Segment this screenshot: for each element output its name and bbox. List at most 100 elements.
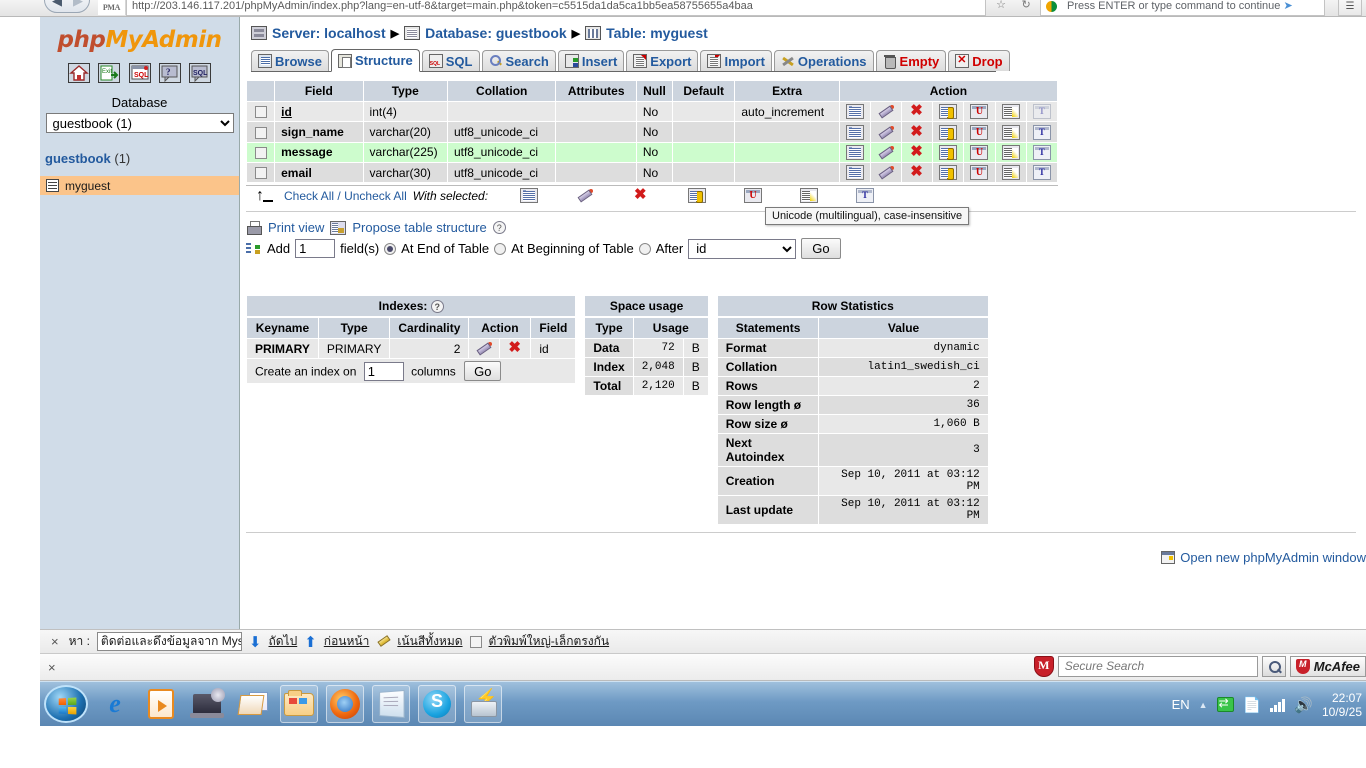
create-index-go-button[interactable]: Go	[464, 361, 502, 382]
tab-structure[interactable]: Structure	[330, 49, 420, 72]
tab-export[interactable]: Export	[626, 50, 699, 71]
go-arrow-icon[interactable]: ➤	[1283, 0, 1292, 12]
row-checkbox-cell[interactable]	[245, 100, 276, 123]
primary-key-icon[interactable]	[688, 188, 707, 204]
col-default[interactable]: Default	[672, 80, 736, 102]
database-select[interactable]: guestbook (1)	[45, 113, 234, 133]
action-unique[interactable]	[963, 141, 996, 163]
tab-operations[interactable]: Operations	[773, 50, 874, 71]
language-indicator[interactable]: EN	[1172, 697, 1190, 712]
reload-icon[interactable]: ↻	[1015, 0, 1037, 16]
row-checkbox[interactable]	[254, 126, 267, 139]
open-new-window-link[interactable]: Open new phpMyAdmin window	[1161, 550, 1366, 565]
primary-key-icon[interactable]	[939, 124, 958, 140]
add-field-go-button[interactable]: Go	[801, 238, 841, 260]
tab-import[interactable]: Import	[700, 50, 772, 71]
highlight-all-link[interactable]: เน้นสีทั้งหมด	[397, 632, 462, 651]
col-null[interactable]: Null	[635, 80, 674, 102]
highlight-icon[interactable]	[376, 635, 390, 648]
tab-empty[interactable]: Empty	[875, 50, 947, 71]
close-find-bar-icon[interactable]: ×	[48, 634, 62, 649]
breadcrumb-server[interactable]: Server: localhost	[272, 25, 386, 41]
action-browse-distinct[interactable]	[838, 121, 871, 143]
home-icon[interactable]	[67, 63, 90, 83]
tab-browse[interactable]: Browse	[251, 50, 329, 71]
change-icon[interactable]	[877, 125, 895, 140]
mcafee-brand-button[interactable]: McAfee	[1289, 656, 1366, 677]
back-arrow-icon[interactable]: ◀	[52, 0, 62, 9]
index-icon[interactable]	[800, 188, 819, 204]
index-icon[interactable]	[1001, 165, 1020, 181]
volume-icon[interactable]: 🔊	[1294, 696, 1313, 714]
tab-sql[interactable]: SQL	[421, 50, 480, 71]
create-index-columns-input[interactable]	[363, 361, 404, 381]
start-button[interactable]	[44, 685, 88, 723]
uncheck-all-link[interactable]: Uncheck All	[344, 189, 407, 203]
caret-up-icon[interactable]: ▲	[1199, 700, 1208, 710]
skype-icon[interactable]	[418, 685, 456, 723]
sql-query-icon[interactable]: SQL	[128, 63, 151, 83]
close-mcafee-bar-icon[interactable]: ×	[48, 660, 56, 675]
row-checkbox[interactable]	[254, 167, 267, 180]
radio-at-end-of-table[interactable]	[384, 242, 397, 255]
index-icon[interactable]	[1001, 124, 1020, 140]
find-next-link[interactable]: ถัดไป	[269, 632, 298, 651]
row-checkbox[interactable]	[254, 147, 267, 160]
notepad-icon[interactable]	[372, 685, 410, 723]
help-icon[interactable]: ?	[430, 300, 444, 313]
action-change[interactable]	[869, 161, 903, 184]
row-checkbox[interactable]	[254, 106, 267, 119]
action-primary[interactable]	[932, 161, 965, 184]
action-change[interactable]	[869, 100, 903, 123]
help-icon[interactable]: ?	[158, 63, 181, 83]
action-index[interactable]	[994, 100, 1027, 123]
unique-icon[interactable]	[970, 124, 989, 140]
url-input[interactable]: http://203.146.117.201/phpMyAdmin/index.…	[126, 0, 986, 16]
add-field-count-input[interactable]	[295, 239, 336, 259]
match-case-checkbox[interactable]	[469, 635, 482, 648]
propose-table-structure-link[interactable]: Propose table structure	[352, 220, 486, 235]
browse-distinct-icon[interactable]	[845, 104, 864, 120]
action-unique[interactable]	[963, 161, 996, 184]
radio-at-beginning-of-table[interactable]	[494, 242, 507, 255]
after-field-select[interactable]: id	[688, 238, 797, 259]
action-index[interactable]	[994, 141, 1027, 163]
drop-icon[interactable]	[908, 143, 926, 160]
fulltext-icon[interactable]	[1032, 144, 1051, 160]
drop-index-icon[interactable]	[506, 339, 524, 356]
col-type[interactable]: Type	[362, 80, 448, 102]
find-previous-icon[interactable]: ⬆	[304, 633, 317, 651]
primary-key-icon[interactable]	[939, 165, 958, 181]
action-drop[interactable]	[901, 141, 934, 163]
action-unique[interactable]	[963, 100, 996, 123]
match-case-link[interactable]: ตัวพิมพ์ใหญ่-เล็กตรงกัน	[489, 632, 610, 651]
action-index[interactable]	[994, 161, 1027, 184]
unique-icon[interactable]	[744, 188, 763, 204]
row-checkbox-cell[interactable]	[245, 161, 276, 184]
fulltext-icon[interactable]	[856, 188, 875, 204]
print-view-link[interactable]: Print view	[268, 220, 324, 235]
action-primary[interactable]	[932, 100, 965, 123]
action-center-icon[interactable]: 📄	[1243, 696, 1262, 714]
change-icon[interactable]	[576, 188, 594, 203]
secure-search-input[interactable]: Secure Search	[1057, 656, 1258, 677]
tab-insert[interactable]: Insert	[557, 50, 625, 71]
browse-distinct-icon[interactable]	[845, 165, 864, 181]
edit-index-icon[interactable]	[475, 341, 493, 356]
nav-buttons[interactable]: ◀ ▶	[44, 0, 90, 13]
index-icon[interactable]	[1001, 104, 1020, 120]
firefox-icon[interactable]	[326, 685, 364, 723]
action-change[interactable]	[869, 121, 903, 143]
col-collation[interactable]: Collation	[446, 80, 557, 102]
col-extra[interactable]: Extra	[734, 80, 840, 102]
sidebar-table-myguest[interactable]: myguest	[40, 176, 239, 195]
drop-icon[interactable]	[908, 123, 926, 140]
check-all-link[interactable]: Check All	[284, 189, 334, 203]
unique-icon[interactable]	[970, 144, 989, 160]
col-attributes[interactable]: Attributes	[555, 80, 637, 102]
tab-drop[interactable]: Drop	[948, 50, 1010, 71]
change-icon[interactable]	[877, 165, 895, 180]
browse-distinct-icon[interactable]	[845, 144, 864, 160]
current-database-name[interactable]: guestbook	[45, 151, 111, 166]
action-browse-distinct[interactable]	[838, 141, 871, 163]
